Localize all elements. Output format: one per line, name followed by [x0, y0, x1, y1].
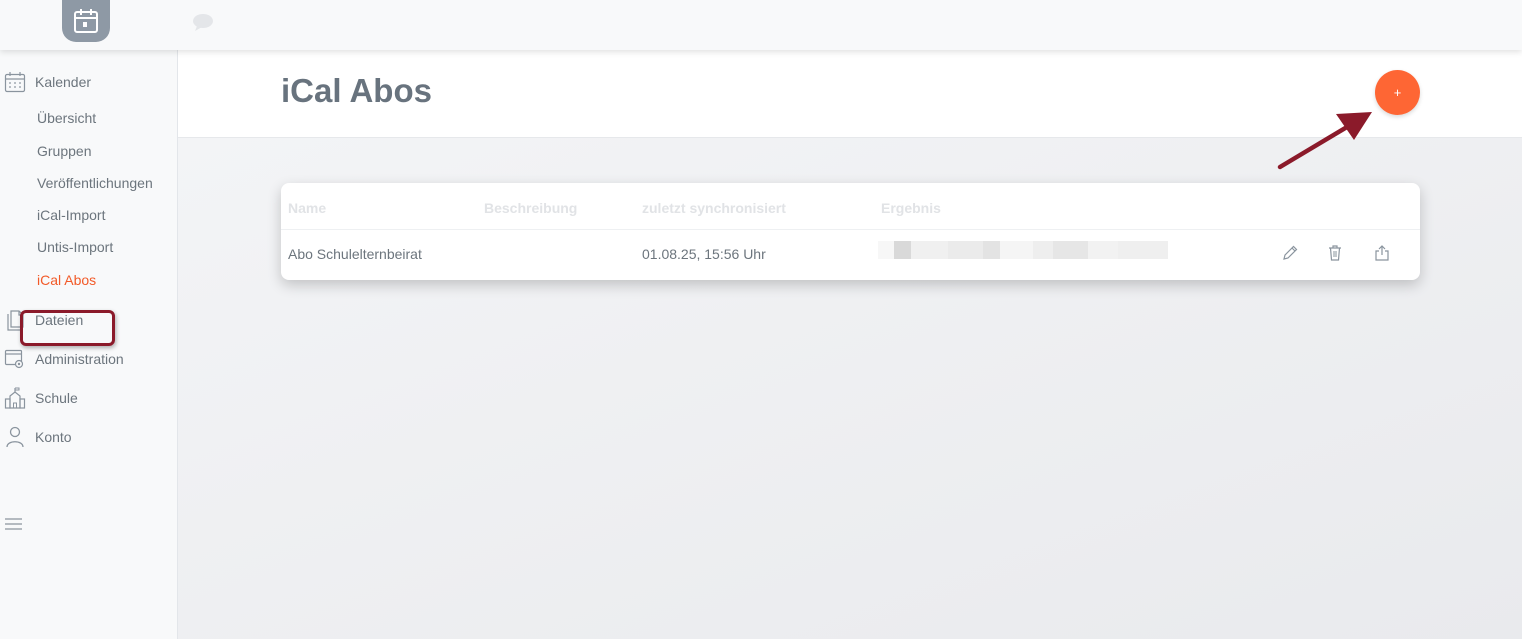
sidebar-subitem-ical-import[interactable]: iCal-Import	[37, 207, 105, 223]
sidebar-item-label: Kalender	[35, 74, 92, 90]
sidebar-item-schule[interactable]: Schule	[0, 387, 78, 409]
sidebar-subitem-gruppen[interactable]: Gruppen	[37, 143, 91, 159]
table-cell-result-redacted	[878, 241, 1168, 259]
admin-settings-icon	[4, 348, 26, 370]
highlight-annotation-box	[20, 310, 115, 346]
sidebar-subitem-uebersicht[interactable]: Übersicht	[37, 110, 96, 126]
top-bar	[0, 0, 1522, 50]
sidebar-item-administration[interactable]: Administration	[0, 348, 124, 370]
school-icon	[4, 387, 26, 409]
page-header: iCal Abos +	[178, 50, 1522, 138]
column-header-ergebnis: Ergebnis	[881, 200, 941, 216]
sidebar-subitem-veroeffentlichungen[interactable]: Veröffentlichungen	[37, 175, 153, 191]
column-header-name: Name	[288, 200, 327, 216]
chat-bubble-icon[interactable]	[192, 12, 214, 37]
page-title: iCal Abos	[281, 72, 432, 109]
column-header-zuletzt-synchronisiert: zuletzt synchronisiert	[642, 200, 786, 216]
sidebar-item-label: Schule	[35, 390, 78, 406]
sidebar-item-label: Konto	[35, 429, 72, 445]
table-cell-name: Abo Schulelternbeirat	[288, 246, 422, 262]
edit-icon[interactable]	[1281, 244, 1299, 267]
table-divider	[281, 229, 1420, 230]
add-subscription-button[interactable]: +	[1375, 70, 1420, 115]
sidebar-item-kalender[interactable]: Kalender	[0, 71, 91, 93]
sidebar-item-label: Administration	[35, 351, 124, 367]
calendar-icon	[4, 71, 26, 93]
app-logo[interactable]	[62, 0, 110, 42]
trash-icon[interactable]	[1327, 244, 1343, 267]
sidebar-item-konto[interactable]: Konto	[0, 426, 72, 448]
menu-toggle-icon[interactable]	[5, 517, 23, 536]
column-header-beschreibung: Beschreibung	[484, 200, 578, 216]
sidebar: Kalender Übersicht Gruppen Veröffentlich…	[0, 50, 178, 639]
table-cell-last-sync: 01.08.25, 15:56 Uhr	[642, 246, 766, 262]
main-content: Name Beschreibung zuletzt synchronisiert…	[178, 138, 1522, 639]
user-icon	[4, 426, 26, 448]
export-icon[interactable]	[1374, 244, 1390, 267]
sidebar-subitem-untis-import[interactable]: Untis-Import	[37, 239, 113, 255]
calendar-icon	[74, 9, 98, 33]
sidebar-subitem-ical-abos[interactable]: iCal Abos	[37, 272, 96, 288]
subscriptions-table: Name Beschreibung zuletzt synchronisiert…	[281, 183, 1420, 280]
